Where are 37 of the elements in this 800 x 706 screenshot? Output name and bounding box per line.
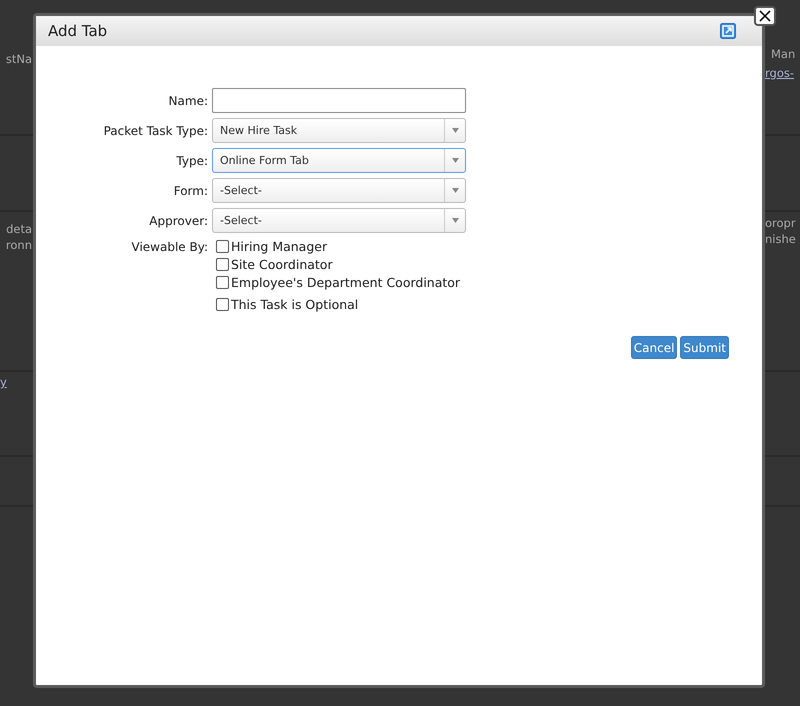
background-text: stNa: [6, 52, 32, 66]
background-text: ronn: [6, 238, 32, 252]
cancel-button[interactable]: Cancel: [630, 336, 678, 359]
name-field[interactable]: [212, 88, 466, 113]
checkbox-label: This Task is Optional: [231, 297, 358, 312]
background-text: oropr: [765, 216, 796, 230]
field-label: Name:: [168, 94, 208, 108]
checkbox-label: Site Coordinator: [231, 257, 333, 272]
submit-button[interactable]: Submit: [680, 336, 729, 359]
dropdown[interactable]: -Select-: [212, 178, 466, 203]
background-text: Man: [771, 47, 796, 61]
background-text: deta: [6, 222, 32, 236]
dropdown-arrow-icon: [452, 158, 458, 163]
dropdown-arrow-icon: [452, 218, 458, 223]
background-text: nishe: [765, 232, 796, 246]
popout-icon[interactable]: [720, 23, 736, 39]
field-label: Type:: [175, 154, 208, 168]
dialog-title: Add Tab: [48, 22, 108, 40]
field-label: Form:: [172, 184, 208, 198]
checkbox-label: Hiring Manager: [231, 239, 328, 254]
checkbox-label: Employee's Department Coordinator: [231, 275, 460, 290]
checkbox[interactable]: [216, 298, 229, 311]
close-icon: [759, 10, 771, 22]
checkbox[interactable]: [216, 240, 229, 253]
field-label: Approver:: [148, 214, 208, 228]
dropdown-arrow-icon: [452, 128, 458, 133]
field-label: Packet Task Type:: [102, 124, 208, 138]
close-button[interactable]: [754, 6, 776, 26]
dropdown[interactable]: New Hire Task: [212, 118, 466, 143]
field-label: Viewable By:: [130, 240, 208, 254]
checkbox[interactable]: [216, 258, 229, 271]
background-link[interactable]: rgos-: [765, 66, 794, 80]
dropdown[interactable]: -Select-: [212, 208, 466, 233]
dropdown[interactable]: Online Form Tab: [212, 148, 466, 173]
background-link[interactable]: y: [0, 375, 7, 389]
dropdown-arrow-icon: [452, 188, 458, 193]
checkbox[interactable]: [216, 276, 229, 289]
